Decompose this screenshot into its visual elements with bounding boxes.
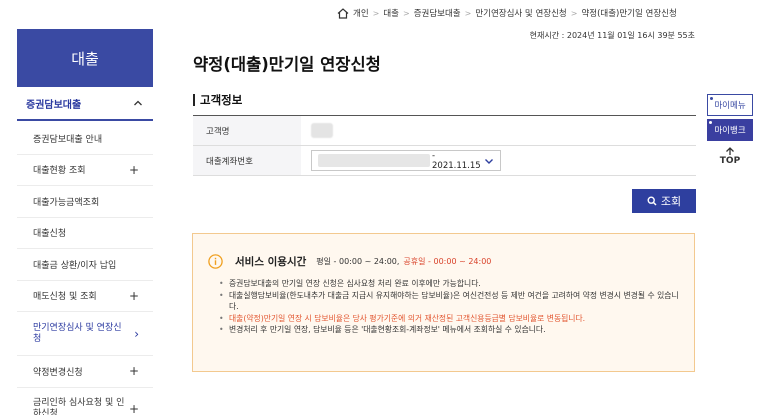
sidebar-item[interactable]: 매도신청 및 조회 + [17,281,153,312]
account-date: - 2021.11.15 [432,150,481,171]
sidebar-item-label: 만기연장심사 및 연장신청 [33,322,122,344]
customer-info-table: 고객명 대출계좌번호 - 2021.11.15 [193,115,696,176]
chevron-right-icon: > [570,8,578,18]
search-button[interactable]: 조회 [632,189,696,213]
table-row: 대출계좌번호 - 2021.11.15 [193,146,696,176]
plus-icon[interactable]: + [129,289,139,303]
dot-icon [709,121,712,124]
masked-name [311,123,333,138]
search-button-label: 조회 [660,196,682,208]
sidebar-item-label: 약정변경신청 [33,367,83,378]
my-bank-button[interactable]: 마이뱅크 [707,119,753,141]
sidebar-item-label: 금리인하 심사요청 및 인하신청 [33,398,125,415]
page: 개인 > 대출 > 증권담보대출 > 만기연장심사 및 연장신청 > 약정(대출… [0,0,773,415]
section-bar [193,94,195,106]
breadcrumb-item[interactable]: 만기연장심사 및 연장신청 [475,7,566,19]
chevron-down-icon [485,158,493,164]
notice-header: 서비스 이용시간 평일 - 00:00 ~ 24:00, 공휴일 - 00:00… [208,254,680,269]
customer-name-label: 고객명 [193,116,301,145]
my-menu-label: 마이메뉴 [714,101,746,111]
account-label: 대출계좌번호 [193,146,301,175]
plus-icon[interactable]: + [129,163,139,177]
sidebar-group-toggle[interactable]: 증권담보대출 [17,87,153,121]
sidebar-item-label: 매도신청 및 조회 [33,292,97,303]
plus-icon[interactable]: + [129,402,139,415]
sidebar-item[interactable]: 약정변경신청 + [17,356,153,388]
sidebar-item-label: 증권담보대출 안내 [33,134,103,145]
sidebar-item-active[interactable]: 만기연장심사 및 연장신청 › [17,312,153,356]
current-time: 현재시간 : 2024년 11월 01일 16시 39분 55초 [529,31,695,40]
notice-list: 증권담보대출의 만기일 연장 신청은 심사요청 처리 완료 이후에만 가능합니다… [208,278,680,336]
sidebar-item[interactable]: 대출현황 조회 + [17,155,153,186]
sidebar-item[interactable]: 증권담보대출 안내 [17,123,153,155]
sidebar-item[interactable]: 대출금 상환/이자 납입 [17,249,153,281]
chevron-right-icon: › [134,326,139,341]
my-menu-button[interactable]: 마이메뉴 [707,94,753,116]
sidebar-item[interactable]: 금리인하 심사요청 및 인하신청 + [17,388,153,415]
customer-name-value [301,116,696,145]
home-icon[interactable] [337,7,349,19]
breadcrumb-item[interactable]: 개인 [353,7,369,19]
page-title: 약정(대출)만기일 연장신청 [193,55,381,74]
notice-item: 대출실행담보비율(한도내추가 대출금 지급시 유지해야하는 담보비율)은 여신건… [219,290,680,313]
top-label: TOP [719,156,741,166]
my-bank-label: 마이뱅크 [714,126,746,136]
account-select[interactable]: - 2021.11.15 [311,150,501,171]
sidebar-item[interactable]: 대출가능금액조회 [17,186,153,218]
sidebar-item[interactable]: 대출신청 [17,218,153,249]
arrow-up-icon [726,147,734,155]
notice-item: 증권담보대출의 만기일 연장 신청은 심사요청 처리 완료 이후에만 가능합니다… [219,278,680,290]
section-header: 고객정보 [193,92,242,108]
table-row: 고객명 [193,116,696,146]
breadcrumb-item[interactable]: 증권담보대출 [414,7,461,19]
notice-item: 변경처리 후 만기일 연장, 담보비율 등은 '대출현황조회-계좌정보' 메뉴에… [219,324,680,336]
top-button[interactable]: TOP [707,147,753,166]
weekday-hours: 평일 - 00:00 ~ 24:00, [316,257,400,266]
sidebar-group-label: 증권담보대출 [26,99,82,111]
holiday-hours: 공휴일 - 00:00 ~ 24:00 [403,257,492,266]
sidebar-item-label: 대출현황 조회 [33,166,86,177]
sidebar-menu: 증권담보대출 안내 대출현황 조회 + 대출가능금액조회 대출신청 대출금 상환… [17,123,153,415]
account-value: - 2021.11.15 [301,146,696,175]
chevron-up-icon [134,100,142,106]
notice-title: 서비스 이용시간 [235,256,307,268]
notice-item-warning: 대출(약정)만기일 연장 시 담보비율은 당사 평가기준에 의거 재산정된 고객… [219,313,680,325]
sidebar-item-label: 대출가능금액조회 [33,197,100,208]
sidebar-header: 대출 [17,29,153,87]
info-icon [208,254,223,269]
search-icon [647,196,657,206]
sidebar-item-label: 대출금 상환/이자 납입 [33,260,117,271]
chevron-right-icon: > [372,8,380,18]
service-notice: 서비스 이용시간 평일 - 00:00 ~ 24:00, 공휴일 - 00:00… [192,233,695,372]
masked-account-number [318,154,430,167]
breadcrumb-item[interactable]: 대출 [383,7,399,19]
plus-icon[interactable]: + [129,364,139,378]
sidebar-item-label: 대출신청 [33,229,67,240]
chevron-right-icon: > [402,8,410,18]
breadcrumb-item-current: 약정(대출)만기일 연장신청 [581,9,677,19]
section-title: 고객정보 [200,93,243,107]
quick-menu: 마이메뉴 마이뱅크 TOP [707,94,753,166]
chevron-right-icon: > [464,8,472,18]
breadcrumb: 개인 > 대출 > 증권담보대출 > 만기연장심사 및 연장신청 > 약정(대출… [337,7,677,19]
dot-icon [710,97,713,100]
